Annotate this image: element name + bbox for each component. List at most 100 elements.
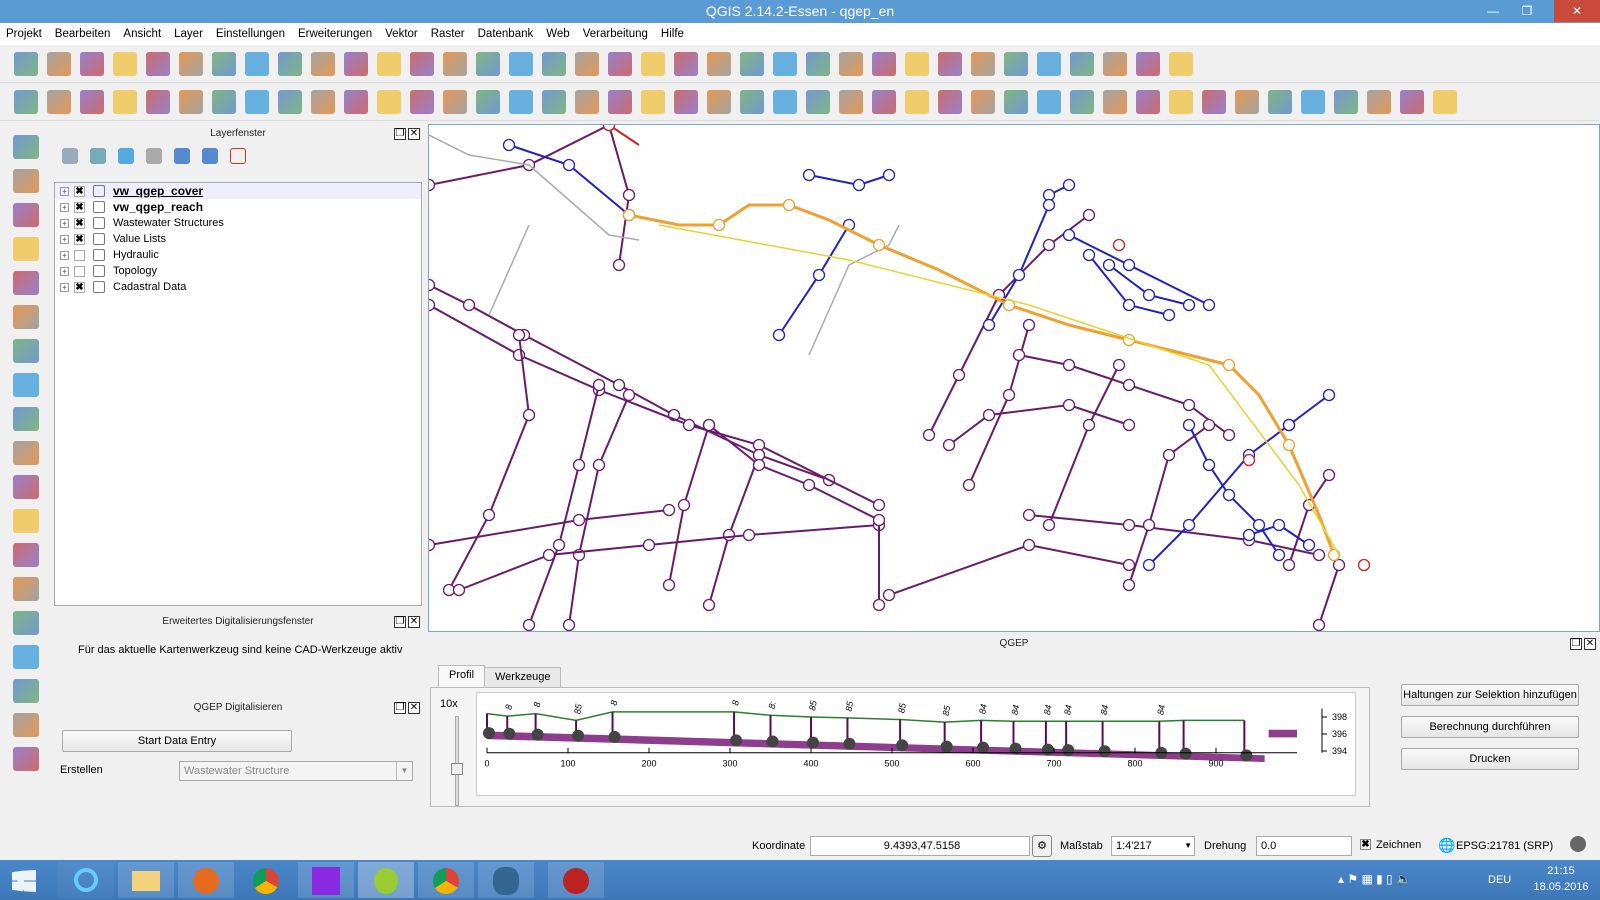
manhole-node[interactable]: [1122, 518, 1136, 532]
edit-tool-icon-36[interactable]: [1169, 89, 1193, 114]
manhole-node[interactable]: [1142, 558, 1156, 572]
edit-tool-icon-37[interactable]: [1202, 89, 1226, 114]
profile-chart[interactable]: 8 8 85 8 8 8: 85 85 85 85 84 84 84 84 84 84 0 100 200 300 40…: [477, 693, 1357, 797]
left-tool-icon-15[interactable]: [13, 611, 39, 635]
edit-tool-icon-13[interactable]: [410, 89, 434, 114]
left-tool-icon-12[interactable]: [13, 509, 39, 533]
left-tool-icon-4[interactable]: [13, 237, 39, 261]
edit-tool-icon-9[interactable]: [278, 89, 302, 114]
manhole-node[interactable]: [592, 458, 606, 472]
left-tool-icon-1[interactable]: [13, 135, 39, 159]
chrome-icon-2[interactable]: [418, 862, 474, 898]
vertical-exaggeration-slider[interactable]: [451, 716, 463, 806]
manhole-node[interactable]: [1022, 538, 1036, 552]
edit-tool-icon-15[interactable]: [476, 89, 500, 114]
render-checkbox[interactable]: ✖: [1360, 839, 1371, 850]
manhole-node[interactable]: [1162, 308, 1176, 322]
manhole-node[interactable]: [702, 418, 716, 432]
manhole-node[interactable]: [1062, 398, 1076, 412]
manhole-node[interactable]: [1272, 548, 1286, 562]
manhole-node[interactable]: [1122, 298, 1136, 312]
close-button[interactable]: ✕: [1554, 0, 1600, 22]
manhole-node[interactable]: [1082, 248, 1096, 262]
manhole-node[interactable]: [982, 408, 996, 422]
manhole-node[interactable]: [1202, 418, 1216, 432]
manhole-node[interactable]: [982, 318, 996, 332]
edit-tool-icon-32[interactable]: [1037, 89, 1061, 114]
manhole-node[interactable]: [962, 478, 976, 492]
manhole-node[interactable]: [612, 378, 626, 392]
manhole-node[interactable]: [722, 528, 736, 542]
manhole-node[interactable]: [1202, 458, 1216, 472]
manhole-node[interactable]: [872, 238, 886, 252]
manhole-node[interactable]: [702, 598, 716, 612]
manhole-node[interactable]: [602, 125, 616, 132]
menu-raster[interactable]: Raster: [431, 28, 465, 40]
main-tool-icon-20[interactable]: [641, 51, 665, 76]
manhole-node[interactable]: [742, 528, 756, 542]
main-tool-icon-8[interactable]: [245, 51, 269, 76]
edit-tool-icon-18[interactable]: [575, 89, 599, 114]
scale-select[interactable]: 1:4'217 ▼: [1111, 836, 1195, 856]
manhole-node[interactable]: [1322, 388, 1336, 402]
eye-icon[interactable]: [90, 148, 106, 164]
manhole-node[interactable]: [1302, 538, 1316, 552]
manhole-node[interactable]: [772, 328, 786, 342]
float-button[interactable]: ❐: [394, 616, 406, 628]
menu-einstellungen[interactable]: Einstellungen: [216, 28, 285, 40]
close-panel-button[interactable]: ✕: [408, 616, 420, 628]
manhole-node[interactable]: [1122, 578, 1136, 592]
manhole-node[interactable]: [429, 538, 436, 552]
main-tool-icon-5[interactable]: [146, 51, 170, 76]
main-tool-icon-6[interactable]: [179, 51, 203, 76]
manhole-node[interactable]: [812, 268, 826, 282]
remove-layer-icon[interactable]: [230, 148, 246, 164]
manhole-node[interactable]: [1182, 298, 1196, 312]
edit-tool-icon-41[interactable]: [1334, 89, 1358, 114]
manhole-node[interactable]: [1282, 418, 1296, 432]
pgadmin-icon[interactable]: [478, 862, 534, 898]
manhole-node[interactable]: [1282, 558, 1296, 572]
edit-tool-icon-8[interactable]: [245, 89, 269, 114]
manhole-node[interactable]: [952, 368, 966, 382]
float-button[interactable]: ❐: [1570, 638, 1582, 650]
manhole-node[interactable]: [1242, 528, 1256, 542]
main-tool-icon-26[interactable]: [839, 51, 863, 76]
layer-visibility-checkbox[interactable]: ✖: [74, 201, 85, 213]
search-app-icon[interactable]: [298, 862, 354, 898]
main-tool-icon-22[interactable]: [707, 51, 731, 76]
main-tool-icon-1[interactable]: [14, 51, 38, 76]
layer-visibility-checkbox[interactable]: [74, 249, 85, 261]
left-tool-icon-5[interactable]: [13, 271, 39, 295]
expand-icon[interactable]: +: [60, 218, 69, 228]
main-tool-icon-33[interactable]: [1070, 51, 1094, 76]
edit-tool-icon-19[interactable]: [608, 89, 632, 114]
manhole-node[interactable]: [852, 178, 866, 192]
maximize-button[interactable]: ❐: [1512, 0, 1542, 22]
manhole-node[interactable]: [562, 618, 576, 631]
main-tool-icon-30[interactable]: [971, 51, 995, 76]
manhole-node[interactable]: [1182, 418, 1196, 432]
language-indicator[interactable]: DEU: [1488, 874, 1511, 886]
manhole-node[interactable]: [1327, 548, 1341, 562]
edit-tool-icon-5[interactable]: [146, 89, 170, 114]
expand-icon[interactable]: +: [60, 266, 69, 276]
collapse-all-icon[interactable]: [202, 148, 218, 164]
manhole-node[interactable]: [712, 218, 726, 232]
left-tool-icon-7[interactable]: [13, 339, 39, 363]
clock-time[interactable]: 21:15: [1536, 865, 1586, 877]
close-panel-button[interactable]: ✕: [1584, 638, 1596, 650]
manhole-node[interactable]: [1322, 468, 1336, 482]
main-tool-icon-4[interactable]: [113, 51, 137, 76]
edit-tool-icon-7[interactable]: [212, 89, 236, 114]
edit-tool-icon-3[interactable]: [80, 89, 104, 114]
menu-layer[interactable]: Layer: [174, 28, 203, 40]
manhole-node[interactable]: [1312, 548, 1326, 562]
manhole-node[interactable]: [1222, 488, 1236, 502]
manhole-node[interactable]: [1332, 558, 1346, 572]
menu-erweiterungen[interactable]: Erweiterungen: [298, 28, 372, 40]
manhole-node[interactable]: [562, 158, 576, 172]
menu-hilfe[interactable]: Hilfe: [661, 28, 684, 40]
edit-tool-icon-17[interactable]: [542, 89, 566, 114]
edit-tool-icon-23[interactable]: [740, 89, 764, 114]
